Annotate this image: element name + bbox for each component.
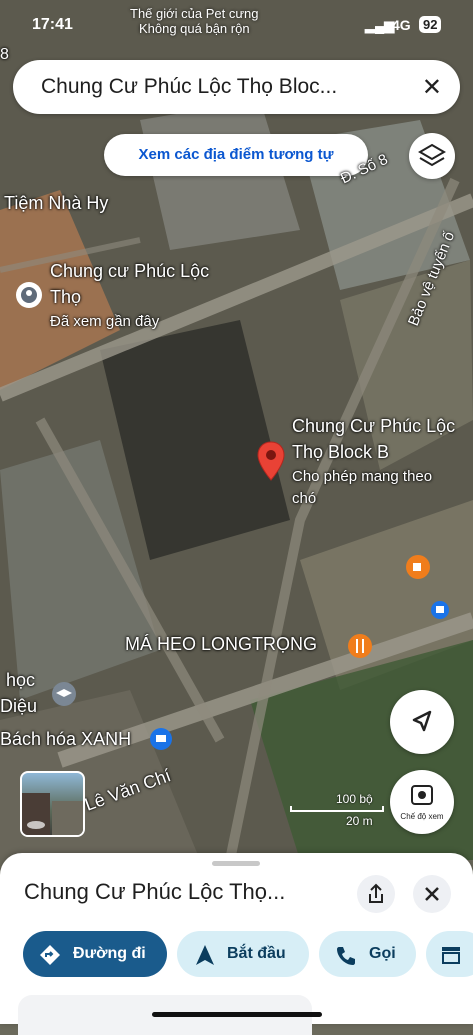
call-label: Gọi bbox=[369, 945, 396, 962]
similar-places-button[interactable]: Xem các địa điểm tương tự bbox=[104, 134, 368, 176]
street-view-image bbox=[22, 793, 83, 835]
map-label-chungcu-line2[interactable]: Thọ bbox=[50, 287, 81, 308]
search-query[interactable]: Chung Cư Phúc Lộc Thọ Bloc... bbox=[41, 75, 401, 99]
map-label-bhx[interactable]: Bách hóa XANH bbox=[0, 729, 131, 750]
clock: 17:41 bbox=[32, 16, 73, 33]
close-icon bbox=[425, 887, 439, 901]
map-label-block-sub2: chó bbox=[292, 490, 317, 507]
store-icon bbox=[442, 947, 460, 964]
start-button[interactable]: Bắt đầu bbox=[177, 931, 309, 977]
satellite-map[interactable]: Thế giới của Pet cưng Không quá bận rộn … bbox=[0, 0, 473, 860]
place-title: Chung Cư Phúc Lộc Thọ... bbox=[24, 879, 286, 904]
school-marker-icon[interactable] bbox=[50, 680, 78, 708]
bus-stop-icon[interactable] bbox=[430, 600, 450, 620]
home-indicator[interactable] bbox=[152, 1012, 322, 1017]
map-label-block-sub1: Cho phép mang theo bbox=[292, 468, 433, 485]
map-label-num8: 8 bbox=[0, 46, 9, 63]
map-label-maheo[interactable]: MÁ HEO LONGTRỌNG bbox=[125, 634, 317, 655]
battery-level: 92 bbox=[419, 16, 442, 33]
scale-feet: 100 bộ bbox=[336, 792, 373, 806]
search-bar[interactable]: Chung Cư Phúc Lộc Thọ Bloc... ✕ bbox=[13, 60, 460, 114]
sheet-handle[interactable] bbox=[212, 861, 260, 866]
street-view-thumbnail[interactable] bbox=[20, 771, 85, 837]
layers-icon bbox=[418, 143, 446, 167]
close-icon[interactable]: ✕ bbox=[422, 73, 442, 102]
place-sheet[interactable]: Chung Cư Phúc Lộc Thọ... Đường đi Bắt đầ… bbox=[0, 853, 473, 1035]
navigation-icon bbox=[196, 945, 214, 965]
phone-icon bbox=[337, 947, 355, 965]
close-place-button[interactable] bbox=[413, 875, 451, 913]
share-button[interactable] bbox=[357, 875, 395, 913]
selected-pin-icon[interactable] bbox=[256, 440, 286, 482]
view-mode-button[interactable]: Chế độ xem bbox=[390, 770, 454, 834]
map-label-chungcu-line1[interactable]: Chung cư Phúc Lộc bbox=[50, 261, 209, 282]
start-label: Bắt đầu bbox=[227, 945, 286, 962]
navigation-arrow-icon bbox=[412, 710, 432, 732]
map-label-tiem[interactable]: Tiệm Nhà Hy bbox=[4, 193, 108, 214]
status-bar: Thế giới của Pet cưng Không quá bận rộn … bbox=[0, 6, 473, 40]
layers-button[interactable] bbox=[409, 133, 455, 179]
signal-icon: ▂▄▆ bbox=[365, 18, 395, 33]
map-label-chungcu-sub: Đã xem gần đây bbox=[50, 313, 160, 330]
directions-icon bbox=[40, 945, 60, 965]
view-mode-caption: Chế độ xem bbox=[400, 812, 444, 821]
view-mode-icon bbox=[411, 785, 433, 805]
place-marker-icon[interactable] bbox=[14, 280, 44, 310]
shopping-marker-icon[interactable] bbox=[148, 726, 174, 752]
share-icon bbox=[369, 883, 383, 903]
directions-label: Đường đi bbox=[73, 945, 146, 962]
map-label-block-line1[interactable]: Chung Cư Phúc Lộc bbox=[292, 416, 455, 437]
map-label-hoc[interactable]: học bbox=[6, 670, 35, 691]
more-actions-button[interactable] bbox=[426, 931, 473, 977]
directions-button[interactable]: Đường đi bbox=[23, 931, 167, 977]
scale-bar bbox=[290, 806, 384, 812]
map-scale: 100 bộ 20 m bbox=[290, 792, 384, 832]
cafe-marker-icon[interactable] bbox=[404, 553, 432, 581]
map-label-block-line2[interactable]: Thọ Block B bbox=[292, 442, 389, 463]
top-place-name: Thế giới của Pet cưng bbox=[130, 6, 259, 21]
map-label-dieu[interactable]: Diệu bbox=[0, 696, 37, 717]
scale-meters: 20 m bbox=[346, 814, 373, 828]
network-label: 4G bbox=[392, 17, 411, 33]
top-place-status: Không quá bận rộn bbox=[138, 21, 250, 36]
restaurant-marker-icon[interactable] bbox=[346, 632, 374, 660]
my-location-button[interactable] bbox=[390, 690, 454, 754]
top-place-info: Thế giới của Pet cưng Không quá bận rộn bbox=[130, 6, 259, 36]
call-button[interactable]: Gọi bbox=[319, 931, 416, 977]
